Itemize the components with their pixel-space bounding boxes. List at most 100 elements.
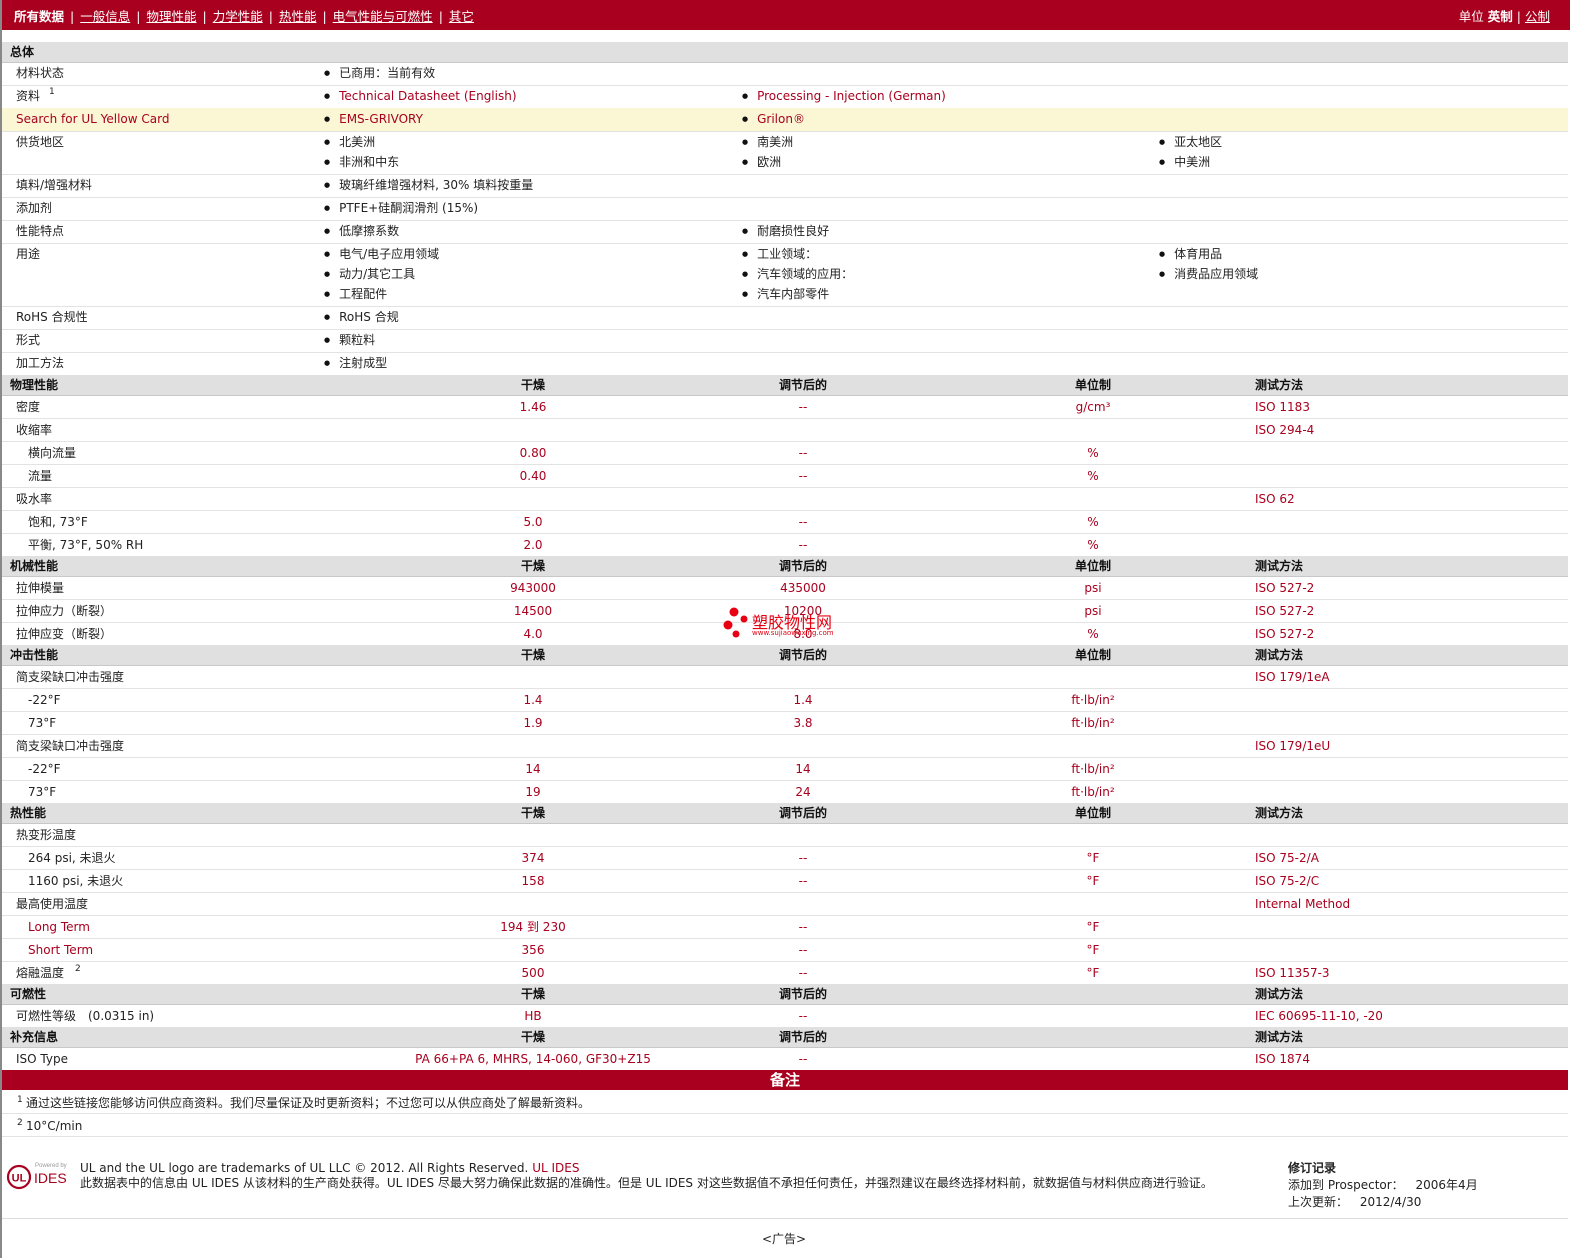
general-value: 汽车领域的应用： xyxy=(742,264,853,286)
nav-electrical-flammability[interactable]: 电气性能与可燃性 xyxy=(333,6,433,25)
section-nav: 所有数据 | 一般信息 | 物理性能 | 力学性能 | 热性能 | 电气性能与可燃性 | 其它 xyxy=(14,6,474,25)
value-dry: 943000 xyxy=(510,581,556,595)
general-row: 用途 电气/电子应用领域动力/其它工具工程配件 工业领域：汽车领域的应用：汽车内部零… xyxy=(2,243,1568,307)
test-method: ISO 1874 xyxy=(1255,1052,1310,1066)
test-method: ISO 1183 xyxy=(1255,400,1310,414)
top-nav-bar: 所有数据 | 一般信息 | 物理性能 | 力学性能 | 热性能 | 电气性能与可燃性 | 其它 单位 英… xyxy=(0,0,1570,30)
trademark-line: UL and the UL logo are trademarks of UL … xyxy=(80,1161,579,1175)
general-row: 材料状态 已商用：当前有效 xyxy=(2,62,1568,86)
property-row: 73°F 19 24 ft·lb/in² xyxy=(2,780,1568,804)
general-value: 汽车内部零件 xyxy=(742,284,829,306)
logo-ul-text: UL xyxy=(12,1173,27,1185)
updated-label: 上次更新： xyxy=(1288,1195,1349,1209)
col-header-dry: 干燥 xyxy=(520,559,546,573)
property-row: 平衡, 73°F, 50% RH 2.0 --% xyxy=(2,533,1568,557)
general-row: 性能特点 低摩擦系数 耐磨损性良好 xyxy=(2,220,1568,244)
nav-all-data[interactable]: 所有数据 xyxy=(14,6,64,25)
value-dry: 0.80 xyxy=(519,446,547,460)
value-conditioned: -- xyxy=(798,851,808,865)
general-row-label: 填料/增强材料 xyxy=(16,178,93,192)
general-row-label: 添加剂 xyxy=(16,201,53,215)
general-row-label: 用途 xyxy=(16,247,41,261)
col-header-unit: 单位制 xyxy=(1074,378,1112,392)
value-dry: 0.40 xyxy=(519,469,547,483)
col-header-dry: 干燥 xyxy=(520,648,546,662)
note-row: 1 通过这些链接您能够访问供应商资料。我们尽量保证及时更新资料；不过您可以从供应商… xyxy=(2,1090,1568,1114)
value-dry: 500 xyxy=(521,966,545,980)
unit-switcher: 单位 英制 | 公制 xyxy=(1459,6,1550,25)
property-label: 73°F xyxy=(28,716,57,730)
general-value: 低摩擦系数 xyxy=(324,221,399,243)
general-row-label: 加工方法 xyxy=(16,356,65,370)
property-label: 密度 xyxy=(16,400,41,414)
col-header-conditioned: 调节后的 xyxy=(778,559,828,573)
col-header-dry: 干燥 xyxy=(520,806,546,820)
col-header-conditioned: 调节后的 xyxy=(778,378,828,392)
footer-divider xyxy=(2,1218,1568,1219)
watermark-dots-icon xyxy=(723,607,748,638)
nav-thermal[interactable]: 热性能 xyxy=(279,6,317,25)
added-label: 添加到 Prospector： xyxy=(1288,1178,1404,1192)
section-header: 冲击性能 干燥 调节后的 单位制 测试方法 xyxy=(2,645,1568,666)
general-row: 供货地区 北美洲非洲和中东 南美洲欧洲 亚太地区中美洲 xyxy=(2,131,1568,175)
value-dry: HB xyxy=(524,1009,542,1023)
section-header: 热性能 干燥 调节后的 单位制 测试方法 xyxy=(2,803,1568,824)
general-row-label: RoHS 合规性 xyxy=(16,310,88,324)
general-value: RoHS 合规 xyxy=(324,307,399,329)
value-unit: % xyxy=(1087,446,1099,460)
property-row: 吸水率 ISO 62 xyxy=(2,487,1568,511)
value-unit: °F xyxy=(1086,920,1100,934)
general-value[interactable]: Processing - Injection (German) xyxy=(742,86,946,108)
general-row: RoHS 合规性 RoHS 合规 xyxy=(2,306,1568,330)
value-conditioned: -- xyxy=(798,400,808,414)
nav-general-info[interactable]: 一般信息 xyxy=(80,6,130,25)
value-unit: °F xyxy=(1086,943,1100,957)
ad-placeholder[interactable]: <广告> xyxy=(0,1230,1568,1247)
property-row: -22°F 14 14 ft·lb/in² xyxy=(2,757,1568,781)
col-header-method: 测试方法 xyxy=(1255,806,1304,820)
general-value: 玻璃纤维增强材料, 30% 填料按重量 xyxy=(324,175,533,197)
logo-ides-text: IDES xyxy=(34,1170,67,1186)
value-dry: 1.9 xyxy=(523,716,543,730)
test-method: ISO 179/1eA xyxy=(1255,670,1330,684)
nav-physical[interactable]: 物理性能 xyxy=(146,6,196,25)
units-imperial[interactable]: 英制 xyxy=(1488,9,1513,24)
general-value[interactable]: Grilon® xyxy=(742,109,805,131)
general-row-label[interactable]: Search for UL Yellow Card xyxy=(16,109,169,129)
property-label: 熔融温度 xyxy=(16,966,65,980)
property-label: 热变形温度 xyxy=(16,828,77,842)
property-row: 1160 psi, 未退火 158 -- °F ISO 75-2/C xyxy=(2,869,1568,893)
units-metric[interactable]: 公制 xyxy=(1525,9,1550,24)
col-header-dry: 干燥 xyxy=(520,378,546,392)
value-dry: 19 xyxy=(525,785,541,799)
property-row: ISO Type PA 66+PA 6, MHRS, 14-060, GF30+Z… xyxy=(2,1047,1568,1071)
value-conditioned: -- xyxy=(798,920,808,934)
col-header-conditioned: 调节后的 xyxy=(778,1030,828,1044)
section-header: 总体 xyxy=(2,42,1568,63)
property-row: 最高使用温度 Internal Method xyxy=(2,892,1568,916)
property-label: Short Term xyxy=(28,943,94,957)
ul-ides-link[interactable]: UL IDES xyxy=(532,1161,579,1175)
nav-mechanical[interactable]: 力学性能 xyxy=(213,6,263,25)
added-value: 2006年4月 xyxy=(1415,1178,1478,1192)
general-value: 耐磨损性良好 xyxy=(742,221,829,243)
nav-separator: | xyxy=(136,9,141,24)
general-row: 填料/增强材料 玻璃纤维增强材料, 30% 填料按重量 xyxy=(2,174,1568,198)
value-dry: 4.0 xyxy=(523,627,543,641)
test-method: ISO 527-2 xyxy=(1255,581,1315,595)
property-row: 简支梁缺口冲击强度 ISO 179/1eA xyxy=(2,665,1568,689)
footnote-ref: 1 xyxy=(49,87,55,97)
value-dry: 1.4 xyxy=(523,693,543,707)
property-row: 热变形温度 xyxy=(2,823,1568,847)
value-unit: ft·lb/in² xyxy=(1071,716,1115,730)
general-value: 已商用：当前有效 xyxy=(324,63,435,85)
general-value: 消费品应用领域 xyxy=(1159,264,1258,286)
general-value[interactable]: Technical Datasheet (English) xyxy=(324,86,516,108)
note-text: 10°C/min xyxy=(26,1119,83,1133)
section-title: 物理性能 xyxy=(10,378,59,392)
revision-added: 添加到 Prospector： 2006年4月 xyxy=(1288,1176,1478,1193)
value-unit: psi xyxy=(1084,604,1102,618)
value-conditioned: -- xyxy=(798,1009,808,1023)
nav-other[interactable]: 其它 xyxy=(449,6,474,25)
general-value[interactable]: EMS-GRIVORY xyxy=(324,109,423,131)
